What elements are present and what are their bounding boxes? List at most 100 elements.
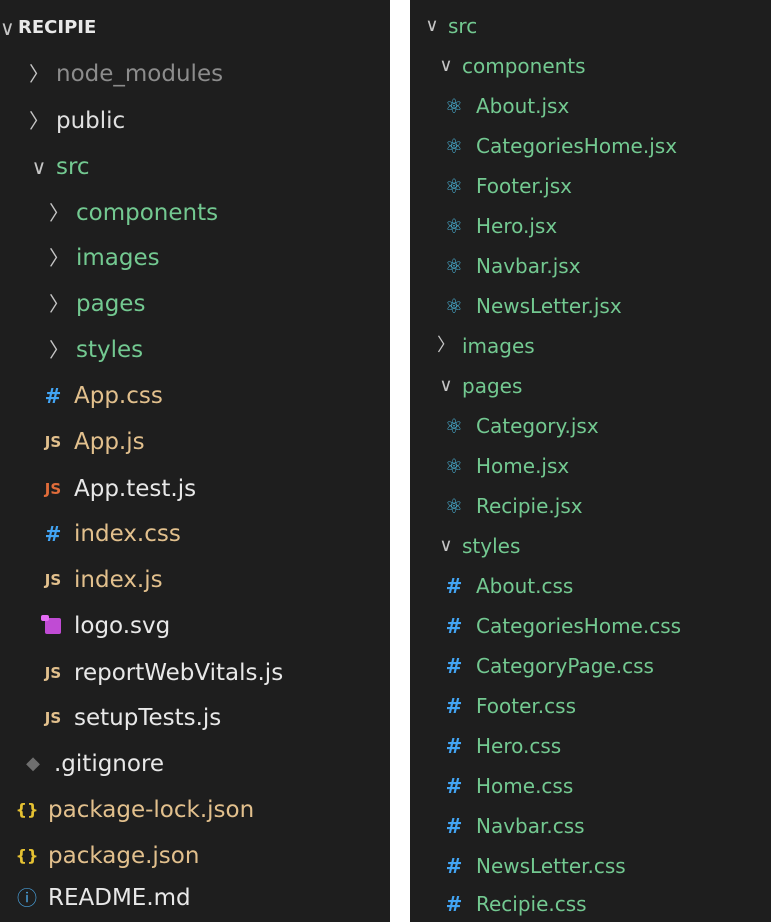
js-file-icon: JS <box>44 571 62 589</box>
tree-root-label: RECIPIE <box>18 17 97 38</box>
tree-item-label: Footer.jsx <box>476 174 572 198</box>
json-file-icon: {} <box>15 846 39 865</box>
tree-item-label: Navbar.css <box>476 814 585 838</box>
tree-file-app-js[interactable]: JS App.js <box>0 422 390 462</box>
tree-item-label: NewsLetter.css <box>476 854 626 878</box>
tree-file-recipie-jsx[interactable]: ⚛ Recipie.jsx <box>410 486 771 526</box>
tree-file-about-css[interactable]: # About.css <box>410 566 771 606</box>
tree-file-readme-md[interactable]: ⓘ README.md <box>0 878 390 918</box>
tree-item-label: Navbar.jsx <box>476 254 581 278</box>
svg-file-icon <box>40 615 66 634</box>
tree-file-recipie-css[interactable]: # Recipie.css <box>410 884 771 922</box>
tree-item-label: reportWebVitals.js <box>74 660 284 686</box>
json-file-icon: {} <box>15 800 39 819</box>
tree-folder-pages[interactable]: 〉 pages <box>0 284 390 324</box>
react-icon: ⚛ <box>445 214 463 238</box>
js-file-icon: JS <box>44 480 62 498</box>
chevron-down-icon: ∨ <box>31 155 47 179</box>
tree-file-index-css[interactable]: # index.css <box>0 514 390 554</box>
tree-file-footer-css[interactable]: # Footer.css <box>410 686 771 726</box>
tree-item-label: src <box>56 154 90 180</box>
tree-item-label: components <box>462 54 586 78</box>
react-icon: ⚛ <box>445 494 463 518</box>
tree-file-categorypage-css[interactable]: # CategoryPage.css <box>410 646 771 686</box>
tree-item-label: Hero.jsx <box>476 214 558 238</box>
tree-file-hero-css[interactable]: # Hero.css <box>410 726 771 766</box>
tree-file-package-lock-json[interactable]: {} package-lock.json <box>0 790 390 830</box>
tree-file-home-css[interactable]: # Home.css <box>410 766 771 806</box>
react-icon: ⚛ <box>445 414 463 438</box>
tree-item-label: package.json <box>48 843 200 869</box>
css-file-icon: # <box>445 814 463 838</box>
tree-root-recipie[interactable]: ∨ RECIPIE <box>0 8 390 48</box>
tree-item-label: About.jsx <box>476 94 570 118</box>
css-file-icon: # <box>445 574 463 598</box>
tree-folder-node-modules[interactable]: 〉 node_modules <box>0 54 390 94</box>
tree-file-logo-svg[interactable]: logo.svg <box>0 606 390 646</box>
tree-file-app-test-js[interactable]: JS App.test.js <box>0 469 390 509</box>
tree-file-gitignore[interactable]: ◆ .gitignore <box>0 744 390 784</box>
tree-file-newsletter-css[interactable]: # NewsLetter.css <box>410 846 771 886</box>
tree-folder-pages[interactable]: ∨ pages <box>410 366 771 406</box>
tree-item-label: node_modules <box>56 61 224 87</box>
chevron-down-icon: ∨ <box>439 535 453 556</box>
tree-file-navbar-css[interactable]: # Navbar.css <box>410 806 771 846</box>
tree-file-hero-jsx[interactable]: ⚛ Hero.jsx <box>410 206 771 246</box>
tree-item-label: setupTests.js <box>74 705 222 731</box>
tree-folder-styles[interactable]: 〉 styles <box>0 330 390 370</box>
tree-item-label: About.css <box>476 574 574 598</box>
tree-folder-src[interactable]: ∨ src <box>410 6 771 46</box>
tree-file-home-jsx[interactable]: ⚛ Home.jsx <box>410 446 771 486</box>
tree-item-label: CategoriesHome.jsx <box>476 134 678 158</box>
tree-item-label: Hero.css <box>476 734 562 758</box>
tree-file-categorieshome-css[interactable]: # CategoriesHome.css <box>410 606 771 646</box>
tree-item-label: index.js <box>74 567 163 593</box>
tree-file-category-jsx[interactable]: ⚛ Category.jsx <box>410 406 771 446</box>
css-file-icon: # <box>445 774 463 798</box>
tree-folder-public[interactable]: 〉 public <box>0 101 390 141</box>
js-file-icon: JS <box>44 709 62 727</box>
tree-folder-src[interactable]: ∨ src <box>0 147 390 187</box>
tree-item-label: Recipie.css <box>476 892 587 916</box>
tree-file-package-json[interactable]: {} package.json <box>0 836 390 876</box>
react-icon: ⚛ <box>445 94 463 118</box>
tree-file-newsletter-jsx[interactable]: ⚛ NewsLetter.jsx <box>410 286 771 326</box>
tree-item-label: styles <box>462 534 521 558</box>
react-icon: ⚛ <box>445 454 463 478</box>
chevron-right-icon: 〉 <box>49 292 69 316</box>
tree-item-label: package-lock.json <box>48 797 255 823</box>
tree-folder-images[interactable]: 〉 images <box>410 326 771 366</box>
explorer-panel-right: ∨ src ∨ components ⚛ About.jsx ⚛ Categor… <box>410 0 771 922</box>
tree-folder-styles[interactable]: ∨ styles <box>410 526 771 566</box>
css-file-icon: # <box>445 734 463 758</box>
tree-item-label: components <box>76 200 219 226</box>
react-icon: ⚛ <box>445 294 463 318</box>
tree-item-label: CategoryPage.css <box>476 654 654 678</box>
tree-file-navbar-jsx[interactable]: ⚛ Navbar.jsx <box>410 246 771 286</box>
tree-item-label: Category.jsx <box>476 414 599 438</box>
tree-item-label: Home.jsx <box>476 454 570 478</box>
tree-file-footer-jsx[interactable]: ⚛ Footer.jsx <box>410 166 771 206</box>
chevron-right-icon: 〉 <box>49 338 69 362</box>
tree-item-label: .gitignore <box>54 751 165 777</box>
tree-file-setuptests-js[interactable]: JS setupTests.js <box>0 698 390 738</box>
tree-folder-components[interactable]: ∨ components <box>410 46 771 86</box>
tree-file-app-css[interactable]: # App.css <box>0 376 390 416</box>
tree-file-reportwebvitals-js[interactable]: JS reportWebVitals.js <box>0 653 390 693</box>
tree-folder-components[interactable]: 〉 components <box>0 193 390 233</box>
tree-item-label: CategoriesHome.css <box>476 614 682 638</box>
tree-file-categorieshome-jsx[interactable]: ⚛ CategoriesHome.jsx <box>410 126 771 166</box>
chevron-right-icon: 〉 <box>49 246 69 270</box>
tree-file-index-js[interactable]: JS index.js <box>0 560 390 600</box>
tree-item-label: NewsLetter.jsx <box>476 294 622 318</box>
explorer-panel-left: ∨ RECIPIE 〉 node_modules 〉 public ∨ src … <box>0 0 390 922</box>
css-file-icon: # <box>44 522 62 546</box>
tree-file-about-jsx[interactable]: ⚛ About.jsx <box>410 86 771 126</box>
tree-item-label: Home.css <box>476 774 574 798</box>
chevron-right-icon: 〉 <box>437 335 455 356</box>
chevron-right-icon: 〉 <box>29 62 49 86</box>
chevron-right-icon: 〉 <box>29 109 49 133</box>
tree-folder-images[interactable]: 〉 images <box>0 238 390 278</box>
tree-item-label: styles <box>76 337 144 363</box>
tree-item-label: Footer.css <box>476 694 576 718</box>
